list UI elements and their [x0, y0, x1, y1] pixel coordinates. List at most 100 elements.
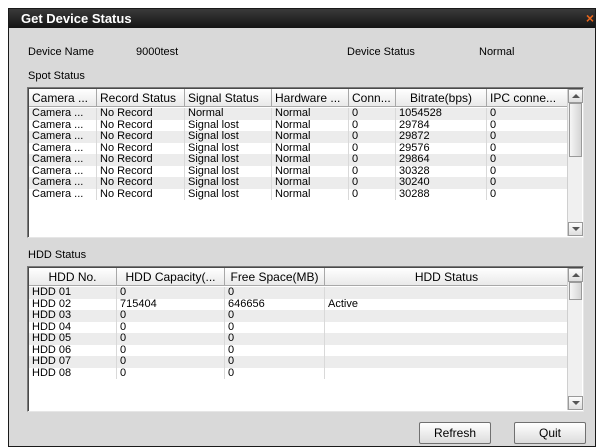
- hdd-table-body: HDD 01 0 0 HDD 02 715404 646656 Active HDD 03 0 0…: [29, 287, 569, 379]
- spot-col-bitrate[interactable]: Bitrate(bps): [396, 89, 487, 107]
- table-cell: No Record: [97, 108, 185, 120]
- scroll-down-button[interactable]: [568, 396, 583, 410]
- hdd-col-status[interactable]: HDD Status: [325, 268, 569, 286]
- table-row[interactable]: Camera ... No Record Normal Normal 0 1054528 0: [29, 108, 569, 120]
- table-cell: Signal lost: [185, 177, 272, 189]
- table-cell: Camera ...: [29, 165, 97, 177]
- hdd-status-table[interactable]: HDD No. HDD Capacity(... Free Space(MB) …: [27, 266, 584, 412]
- table-cell: 646656: [225, 298, 325, 310]
- table-row[interactable]: HDD 02 715404 646656 Active: [29, 298, 569, 310]
- table-cell: Signal lost: [185, 188, 272, 200]
- table-cell: Camera ...: [29, 119, 97, 131]
- refresh-button[interactable]: Refresh: [419, 422, 491, 444]
- table-cell: 0: [349, 119, 396, 131]
- dialog-titlebar[interactable]: Get Device Status: [9, 9, 595, 28]
- scroll-up-button[interactable]: [568, 89, 583, 103]
- table-row[interactable]: Camera ... No Record Signal lost Normal 0 298…: [29, 131, 569, 143]
- table-cell: 0: [225, 287, 325, 299]
- table-row[interactable]: HDD 04 0 0: [29, 321, 569, 333]
- table-cell: Signal lost: [185, 165, 272, 177]
- scroll-thumb[interactable]: [569, 103, 582, 157]
- table-cell: 29784: [396, 119, 487, 131]
- table-row[interactable]: HDD 03 0 0: [29, 310, 569, 322]
- table-cell: Camera ...: [29, 142, 97, 154]
- table-row[interactable]: Camera ... No Record Signal lost Normal 0 302…: [29, 177, 569, 189]
- table-cell: Normal: [272, 154, 349, 166]
- arrow-up-icon: [572, 94, 580, 98]
- table-cell: 0: [487, 165, 569, 177]
- table-cell: 0: [117, 310, 225, 322]
- table-cell: Signal lost: [185, 131, 272, 143]
- table-cell: HDD 02: [29, 298, 117, 310]
- table-cell: [325, 344, 569, 356]
- table-cell: 0: [117, 367, 225, 379]
- table-cell: 30288: [396, 188, 487, 200]
- table-cell: Normal: [272, 142, 349, 154]
- quit-button[interactable]: Quit: [514, 422, 586, 444]
- table-cell: 0: [487, 188, 569, 200]
- table-cell: 0: [487, 108, 569, 120]
- table-cell: 1054528: [396, 108, 487, 120]
- table-cell: Normal: [272, 119, 349, 131]
- table-cell: 0: [487, 131, 569, 143]
- scroll-down-button[interactable]: [568, 222, 583, 236]
- table-cell: [325, 287, 569, 299]
- table-cell: 0: [349, 154, 396, 166]
- table-row[interactable]: Camera ... No Record Signal lost Normal 0 295…: [29, 142, 569, 154]
- spot-col-connections[interactable]: Conn...: [349, 89, 396, 107]
- table-cell: Camera ...: [29, 131, 97, 143]
- device-status-label: Device Status: [347, 46, 415, 58]
- table-row[interactable]: HDD 01 0 0: [29, 287, 569, 299]
- table-cell: HDD 05: [29, 333, 117, 345]
- table-row[interactable]: HDD 07 0 0: [29, 356, 569, 368]
- table-cell: 0: [225, 310, 325, 322]
- table-cell: No Record: [97, 177, 185, 189]
- hdd-col-free-space[interactable]: Free Space(MB): [225, 268, 325, 286]
- table-cell: 0: [117, 287, 225, 299]
- table-row[interactable]: Camera ... No Record Signal lost Normal 0 297…: [29, 119, 569, 131]
- close-icon[interactable]: ×: [583, 11, 596, 26]
- table-cell: HDD 01: [29, 287, 117, 299]
- hdd-table-scrollbar[interactable]: [567, 268, 583, 410]
- table-cell: Camera ...: [29, 188, 97, 200]
- table-row[interactable]: HDD 06 0 0: [29, 344, 569, 356]
- spot-col-ipc-connection[interactable]: IPC conne...: [487, 89, 569, 107]
- table-cell: 0: [349, 165, 396, 177]
- table-cell: Normal: [272, 165, 349, 177]
- table-cell: 0: [117, 356, 225, 368]
- scroll-up-button[interactable]: [568, 268, 583, 282]
- table-cell: 0: [349, 177, 396, 189]
- scroll-thumb[interactable]: [569, 282, 582, 300]
- table-cell: Active: [325, 298, 569, 310]
- arrow-down-icon: [572, 227, 580, 231]
- spot-col-hardware[interactable]: Hardware ...: [272, 89, 349, 107]
- device-name-label: Device Name: [28, 46, 95, 58]
- spot-col-signal-status[interactable]: Signal Status: [185, 89, 272, 107]
- table-row[interactable]: Camera ... No Record Signal lost Normal 0 298…: [29, 154, 569, 166]
- spot-col-record-status[interactable]: Record Status: [97, 89, 185, 107]
- table-row[interactable]: HDD 08 0 0: [29, 367, 569, 379]
- table-cell: 0: [487, 119, 569, 131]
- table-cell: HDD 06: [29, 344, 117, 356]
- table-cell: Camera ...: [29, 177, 97, 189]
- table-cell: 0: [225, 367, 325, 379]
- table-row[interactable]: HDD 05 0 0: [29, 333, 569, 345]
- table-cell: Signal lost: [185, 154, 272, 166]
- table-cell: No Record: [97, 119, 185, 131]
- table-cell: [325, 367, 569, 379]
- spot-col-camera[interactable]: Camera ...: [29, 89, 97, 107]
- hdd-col-capacity[interactable]: HDD Capacity(...: [117, 268, 225, 286]
- table-cell: 0: [487, 154, 569, 166]
- device-name-value: 9000test: [136, 46, 179, 58]
- table-cell: 29576: [396, 142, 487, 154]
- table-cell: Normal: [185, 108, 272, 120]
- table-cell: [325, 356, 569, 368]
- table-cell: 0: [225, 344, 325, 356]
- arrow-up-icon: [572, 273, 580, 277]
- table-cell: 0: [349, 188, 396, 200]
- spot-table-scrollbar[interactable]: [567, 89, 583, 236]
- table-row[interactable]: Camera ... No Record Signal lost Normal 0 302…: [29, 188, 569, 200]
- table-row[interactable]: Camera ... No Record Signal lost Normal 0 303…: [29, 165, 569, 177]
- spot-status-table[interactable]: Camera ... Record Status Signal Status H…: [27, 87, 584, 238]
- hdd-col-number[interactable]: HDD No.: [29, 268, 117, 286]
